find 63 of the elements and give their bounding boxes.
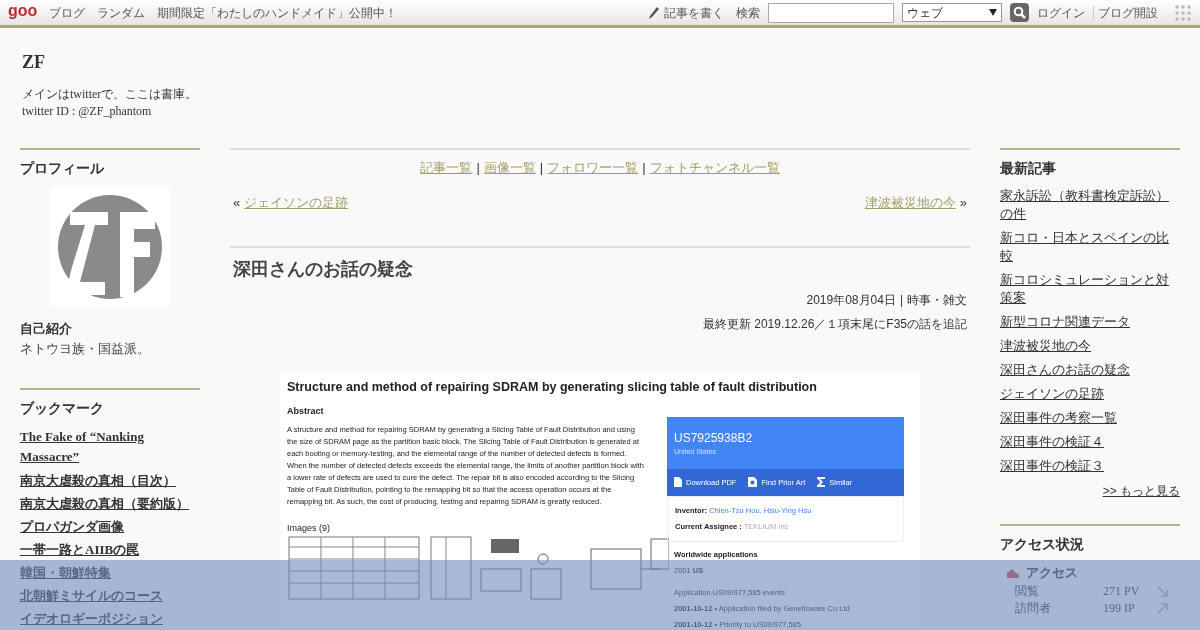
search-label: 検索 <box>736 4 760 22</box>
bookmark-link[interactable]: The Fake of “Nanking Massacre” <box>20 427 200 467</box>
top-link[interactable]: ブログ <box>49 3 86 22</box>
blog-description: メインはtwitterで、ここは書庫。 <box>22 86 199 103</box>
top-link[interactable]: 期間限定「わたしのハンドメイド」公開中！ <box>157 3 398 22</box>
abstract-heading: Abstract <box>287 404 325 418</box>
patent-title: Structure and method of repairing SDRAM by generating slicing table of fault distribution <box>287 379 818 396</box>
section-heading: 最新記事 <box>1000 159 1057 178</box>
logo[interactable]: goo <box>8 0 38 23</box>
recent-article-link[interactable]: ジェイソンの足跡 <box>1000 385 1180 403</box>
more-link[interactable]: >> もっと見る <box>1102 484 1180 498</box>
section-heading: ブックマーク <box>20 399 105 418</box>
bookmark-link[interactable]: 一帯一路とAIIBの罠 <box>20 541 200 559</box>
bookmark-link[interactable]: 南京大虐殺の真相（要約版） <box>20 495 200 513</box>
access-value: 271 PV <box>1103 582 1141 600</box>
login-link[interactable]: ログイン <box>1037 3 1085 22</box>
access-subheading: アクセス <box>1026 564 1078 582</box>
intro-heading: 自己紹介 <box>20 320 73 338</box>
separator: | <box>476 160 480 175</box>
apps-grid-icon[interactable] <box>1174 3 1192 22</box>
top-link[interactable]: ランダム <box>97 3 146 22</box>
search-field[interactable] <box>768 2 894 23</box>
recent-article-link[interactable]: 津波被災地の今 <box>1000 337 1180 355</box>
recent-article-link[interactable]: 新コロ・日本とスペインの比較 <box>1000 229 1180 265</box>
recent-article-link[interactable]: 深田事件の検証４ <box>1000 433 1180 451</box>
separator: | <box>899 292 903 309</box>
pencil-icon <box>648 5 660 20</box>
images-heading: Images (9) <box>287 522 331 536</box>
separator: | <box>539 160 544 175</box>
sigma-icon <box>817 477 826 488</box>
blog-description: twitter ID : @ZF_phantom <box>22 103 153 120</box>
separator: | <box>642 160 646 175</box>
document-search-icon <box>748 477 758 488</box>
recent-article-link[interactable]: 深田さんのお話の疑念 <box>1000 361 1180 379</box>
access-label: 訪問者 <box>1015 599 1052 617</box>
section-heading: アクセス状況 <box>1000 535 1085 554</box>
bookmark-link[interactable]: プロパガンダ画像 <box>20 518 200 536</box>
document-icon <box>674 477 682 488</box>
intro-text: ネトウヨ族・国益派。 <box>20 339 151 358</box>
search-scope-select[interactable]: ウェブ <box>902 3 1002 22</box>
arrow-up-right-icon <box>1155 600 1170 616</box>
prev-mark: « <box>233 193 241 212</box>
open-blog-link[interactable]: ブログ開設 <box>1098 3 1158 22</box>
recent-article-link[interactable]: 新コロシミュレーションと対策案 <box>1000 271 1180 307</box>
access-value: 199 IP <box>1103 599 1136 617</box>
blog-title[interactable]: ZF <box>22 49 1178 76</box>
section-heading: プロフィール <box>20 159 105 178</box>
article-updated: 最終更新 2019.12.26／１項末尾にF35の話を追記 <box>701 316 967 333</box>
article-date: 2019年08月04日 <box>806 292 896 309</box>
recent-article-link[interactable]: 深田事件の検証３ <box>1000 457 1180 475</box>
category-link[interactable]: 時事・雑文 <box>907 291 967 309</box>
bookmark-link[interactable]: 南京大虐殺の真相（目次） <box>20 472 200 490</box>
write-link[interactable]: 記事を書く <box>664 3 724 22</box>
search-button[interactable] <box>1010 3 1029 22</box>
recent-article-link[interactable]: 新型コロナ関連データ <box>1000 313 1180 331</box>
next-mark: » <box>959 193 967 212</box>
access-label: 閲覧 <box>1015 582 1040 600</box>
recent-article-link[interactable]: 家永訴訟（教科書検定訴訟）の件 <box>1000 187 1180 223</box>
recent-article-link[interactable]: 深田事件の考察一覧 <box>1000 409 1180 427</box>
dropdown-caret-icon <box>989 9 997 16</box>
article-title: 深田さんのお話の疑念 <box>233 258 414 281</box>
patent-number: US7925938B2 <box>674 429 754 447</box>
arrow-down-right-icon <box>1155 583 1170 599</box>
